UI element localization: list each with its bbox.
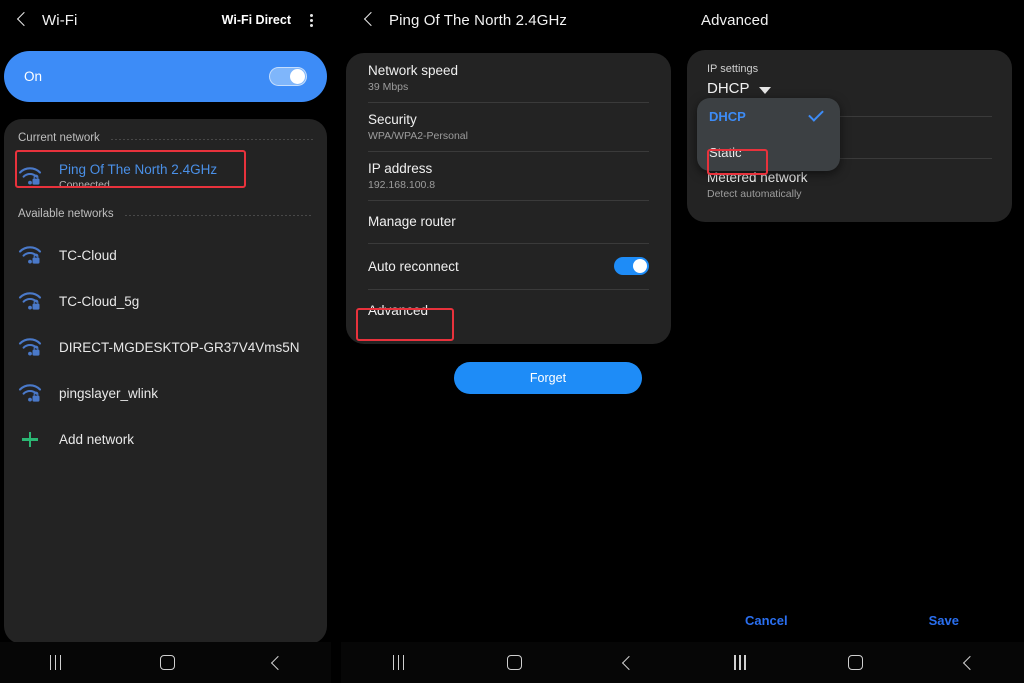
page-title: Wi-Fi xyxy=(42,11,78,29)
row-advanced[interactable]: Advanced xyxy=(346,289,671,332)
network-details-card: Network speed 39 Mbps Security WPA/WPA2-… xyxy=(346,53,671,344)
dotted-divider xyxy=(109,138,313,140)
row-value: 39 Mbps xyxy=(368,81,409,93)
recents-icon[interactable] xyxy=(47,655,67,670)
list-item[interactable]: TC-Cloud_5g xyxy=(4,278,327,324)
more-options-icon[interactable] xyxy=(305,10,319,30)
ip-settings-selector[interactable]: DHCP xyxy=(707,80,992,97)
wifi-toggle-switch[interactable] xyxy=(269,67,307,86)
cancel-button[interactable]: Cancel xyxy=(745,613,788,628)
switch-knob xyxy=(633,259,647,273)
option-label: Static xyxy=(709,144,742,160)
row-title: Network speed xyxy=(368,63,459,78)
dropdown-option-dhcp[interactable]: DHCP xyxy=(697,98,840,134)
row-value: WPA/WPA2-Personal xyxy=(368,130,468,142)
back-nav-icon[interactable] xyxy=(619,655,635,671)
wifi-direct-button[interactable]: Wi-Fi Direct xyxy=(222,13,291,27)
dropdown-option-static[interactable]: Static xyxy=(697,134,840,170)
list-item[interactable]: DIRECT-MGDESKTOP-GR37V4Vms5N xyxy=(4,324,327,370)
recents-icon[interactable] xyxy=(731,655,751,670)
wifi-lock-icon xyxy=(18,336,42,358)
option-label: DHCP xyxy=(709,108,746,124)
row-title: Security xyxy=(368,112,417,127)
switch-knob xyxy=(290,69,305,84)
row-value: 192.168.100.8 xyxy=(368,179,436,191)
android-navbar xyxy=(341,642,683,683)
row-manage-router[interactable]: Manage router xyxy=(346,200,671,243)
list-item[interactable]: TC-Cloud xyxy=(4,232,327,278)
row-ip-address[interactable]: IP address 192.168.100.8 xyxy=(346,151,671,200)
current-network-header: Current network xyxy=(4,119,327,152)
details-appbar: Ping Of The North 2.4GHz xyxy=(341,0,683,40)
wifi-toggle-label: On xyxy=(24,69,43,84)
row-title: Auto reconnect xyxy=(368,258,459,274)
check-icon xyxy=(809,112,824,121)
ip-settings-label: IP settings xyxy=(707,63,759,75)
row-security[interactable]: Security WPA/WPA2-Personal xyxy=(346,102,671,151)
section-label: Current network xyxy=(18,132,100,144)
network-name: pingslayer_wlink xyxy=(59,385,159,401)
save-button[interactable]: Save xyxy=(929,613,959,628)
home-icon[interactable] xyxy=(159,655,175,670)
network-status: Connected xyxy=(59,178,110,191)
advanced-footer-actions: Cancel Save xyxy=(683,613,1024,628)
home-icon[interactable] xyxy=(847,655,863,670)
android-navbar xyxy=(683,642,1024,683)
available-networks-header: Available networks xyxy=(4,200,327,228)
row-network-speed[interactable]: Network speed 39 Mbps xyxy=(346,53,671,102)
back-nav-icon[interactable] xyxy=(268,655,284,671)
section-label: Available networks xyxy=(18,208,114,220)
add-network-label: Add network xyxy=(59,431,135,447)
wifi-toggle-banner[interactable]: On xyxy=(4,51,327,102)
home-icon[interactable] xyxy=(506,655,522,670)
dotted-divider xyxy=(123,214,313,216)
wifi-appbar: Wi-Fi Wi-Fi Direct xyxy=(0,0,331,40)
panel-divider-1 xyxy=(331,0,341,683)
row-title: Metered network xyxy=(707,170,808,185)
advanced-settings-screen: Advanced IP settings DHCP Metered networ… xyxy=(683,0,1024,683)
row-title: Manage router xyxy=(368,214,456,229)
network-name: DIRECT-MGDESKTOP-GR37V4Vms5N xyxy=(59,339,300,355)
plus-icon xyxy=(18,428,42,450)
current-network-row[interactable]: Ping Of The North 2.4GHz Connected xyxy=(4,152,327,200)
three-panel-screenshot: Wi-Fi Wi-Fi Direct On Current network Pi… xyxy=(0,0,1024,683)
networks-card: Current network Ping Of The North 2.4GHz… xyxy=(4,119,327,644)
wifi-lock-icon xyxy=(18,244,42,266)
row-title: Advanced xyxy=(368,303,429,318)
network-name: TC-Cloud_5g xyxy=(59,293,140,309)
wifi-lock-icon xyxy=(18,290,42,312)
network-name: Ping Of The North 2.4GHz xyxy=(59,161,218,177)
row-value: Detect automatically xyxy=(707,188,802,200)
advanced-appbar: Advanced xyxy=(683,0,1024,40)
auto-reconnect-switch[interactable] xyxy=(614,257,649,275)
forget-button[interactable]: Forget xyxy=(454,362,642,394)
row-title: IP address xyxy=(368,161,433,176)
network-name: TC-Cloud xyxy=(59,247,117,263)
available-networks-list: TC-Cloud TC-Cloud_5g DIRECT-MGDESKTOP-GR… xyxy=(4,232,327,462)
back-nav-icon[interactable] xyxy=(960,655,976,671)
row-auto-reconnect[interactable]: Auto reconnect xyxy=(346,243,671,289)
recents-icon[interactable] xyxy=(390,655,410,670)
network-details-screen: Ping Of The North 2.4GHz Network speed 3… xyxy=(341,0,683,683)
ip-settings-block[interactable]: IP settings DHCP xyxy=(687,50,1012,97)
wifi-lock-icon xyxy=(18,165,42,187)
add-network-row[interactable]: Add network xyxy=(4,416,327,462)
ip-settings-value: DHCP xyxy=(707,80,750,97)
wifi-settings-screen: Wi-Fi Wi-Fi Direct On Current network Pi… xyxy=(0,0,331,683)
page-title: Ping Of The North 2.4GHz xyxy=(389,11,568,29)
back-icon[interactable] xyxy=(359,9,381,31)
android-navbar xyxy=(0,642,331,683)
back-icon[interactable] xyxy=(12,9,34,31)
list-item[interactable]: pingslayer_wlink xyxy=(4,370,327,416)
page-title: Advanced xyxy=(701,11,769,29)
chevron-down-icon[interactable] xyxy=(758,86,771,94)
wifi-lock-icon xyxy=(18,382,42,404)
ip-settings-dropdown[interactable]: DHCP Static xyxy=(697,98,840,171)
